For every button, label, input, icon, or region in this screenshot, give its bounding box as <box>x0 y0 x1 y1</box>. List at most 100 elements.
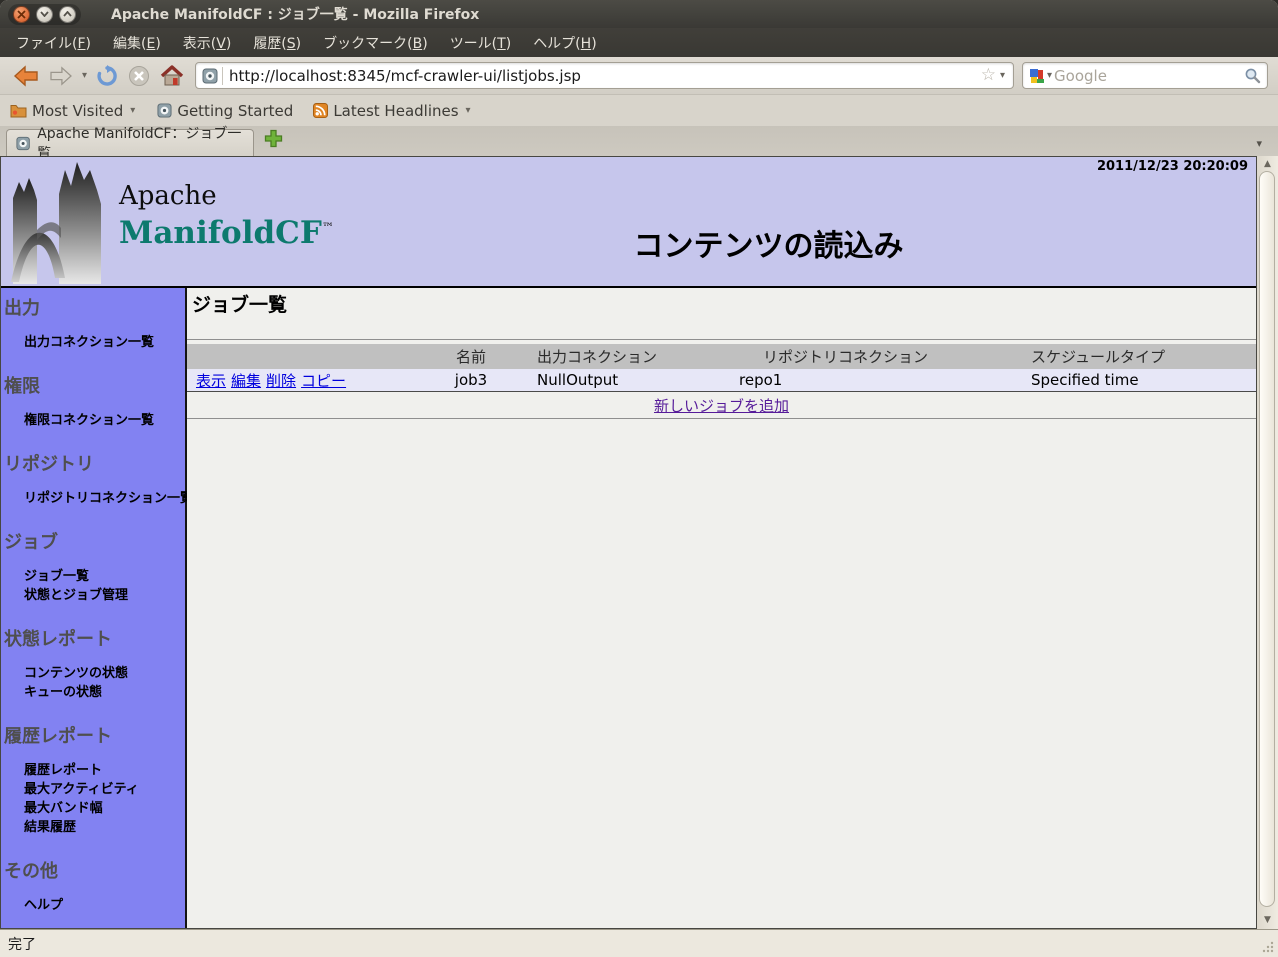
sidebar-item-job-status[interactable]: 状態とジョブ管理 <box>24 588 185 604</box>
search-magnifier-icon[interactable] <box>1244 67 1261 84</box>
menu-label-part: ツール( <box>450 36 497 52</box>
sidebar-section-title: 状態レポート <box>4 625 185 651</box>
sidebar-item-job-list[interactable]: ジョブ一覧 <box>24 569 185 585</box>
delete-job-link[interactable]: 削除 <box>266 372 296 390</box>
menu-bookmarks[interactable]: ブックマーク(B) <box>313 29 438 57</box>
sidebar-item-max-activity[interactable]: 最大アクティビティ <box>24 782 185 798</box>
menu-tools[interactable]: ツール(T) <box>440 29 522 57</box>
status-text: 完了 <box>8 934 36 954</box>
home-button[interactable] <box>157 61 187 91</box>
sidebar-section-title: 権限 <box>4 372 185 398</box>
maximize-window-icon[interactable] <box>59 6 76 23</box>
col-name-header: 名前 <box>411 346 531 367</box>
col-output-connection-header: 出力コネクション <box>531 346 727 367</box>
back-arrow-icon <box>13 65 39 87</box>
menu-accel: V <box>216 36 226 52</box>
bookmark-most-visited[interactable]: Most Visited ▾ <box>10 102 137 120</box>
vertical-scrollbar[interactable]: ▲ ▼ <box>1257 156 1278 929</box>
sidebar-item-document-status[interactable]: コンテンツの状態 <box>24 666 185 682</box>
url-input[interactable] <box>229 67 979 85</box>
home-icon <box>160 65 184 87</box>
menu-label-part: ) <box>591 36 596 52</box>
sidebar-section-repository: リポジトリ リポジトリコネクション一覧 <box>4 450 185 507</box>
jobs-table-header-row: 名前 出力コネクション リポジトリコネクション スケジュールタイプ <box>187 344 1256 369</box>
minimize-window-icon[interactable] <box>36 6 53 23</box>
sidebar-section-title: ジョブ <box>4 528 185 554</box>
menu-view[interactable]: 表示(V) <box>173 29 242 57</box>
reload-icon <box>96 65 118 87</box>
window-title: Apache ManifoldCF : ジョブ一覧 - Mozilla Fire… <box>111 4 479 24</box>
tab-manifoldcf[interactable]: Apache ManifoldCF：ジョブ一覧 <box>6 129 254 156</box>
reload-button[interactable] <box>93 61 121 91</box>
firefox-window: Apache ManifoldCF : ジョブ一覧 - Mozilla Fire… <box>0 0 1278 957</box>
window-controls <box>8 4 81 25</box>
sidebar-item-simple-history[interactable]: 履歴レポート <box>24 763 185 779</box>
forward-button[interactable] <box>46 61 76 91</box>
menu-accel: B <box>413 36 423 52</box>
menu-label-part: 編集( <box>113 36 146 52</box>
list-all-tabs-icon[interactable]: ▾ <box>1256 137 1262 150</box>
stop-button[interactable] <box>125 61 153 91</box>
copy-job-link[interactable]: コピー <box>301 372 346 390</box>
new-tab-button[interactable] <box>264 129 283 152</box>
job-name-cell: job3 <box>411 371 531 389</box>
resize-grip-icon[interactable] <box>1261 940 1275 954</box>
bookmark-star-icon[interactable]: ☆ <box>979 67 998 84</box>
bookmark-label: Most Visited <box>32 102 123 120</box>
bookmarks-toolbar: Most Visited ▾ Getting Started Latest He… <box>0 95 1278 126</box>
back-history-dropdown-icon[interactable]: ▾ <box>80 70 89 81</box>
bookmark-latest-headlines[interactable]: Latest Headlines ▾ <box>313 102 472 120</box>
menu-accel: F <box>77 36 85 52</box>
titlebar[interactable]: Apache ManifoldCF : ジョブ一覧 - Mozilla Fire… <box>0 0 1278 28</box>
menu-help[interactable]: ヘルプ(H) <box>523 29 606 57</box>
sidebar-item-queue-status[interactable]: キューの状態 <box>24 685 185 701</box>
job-repository-connection-cell: repo1 <box>727 371 1027 389</box>
menu-history[interactable]: 履歴(S) <box>243 29 311 57</box>
sidebar-item-output-connections[interactable]: 出力コネクション一覧 <box>24 335 185 351</box>
menu-file[interactable]: ファイル(F) <box>6 29 101 57</box>
scroll-up-icon[interactable]: ▲ <box>1257 159 1278 169</box>
job-actions: 表示編集削除コピー <box>187 370 411 391</box>
folder-icon <box>10 104 27 118</box>
sidebar-item-max-bandwidth[interactable]: 最大バンド幅 <box>24 801 185 817</box>
sidebar-item-help[interactable]: ヘルプ <box>24 898 185 914</box>
add-new-job-link[interactable]: 新しいジョブを追加 <box>654 395 789 416</box>
search-engine-dropdown-icon[interactable]: ▾ <box>1045 70 1054 81</box>
page-body: 出力 出力コネクション一覧 権限 権限コネクション一覧 リポジトリ リポジトリコ… <box>1 288 1256 928</box>
job-schedule-type-cell: Specified time <box>1027 371 1256 389</box>
bookmark-label: Latest Headlines <box>333 102 458 120</box>
sidebar-item-repository-connections[interactable]: リポジトリコネクション一覧 <box>24 491 185 507</box>
page-content: Apache ManifoldCF™ 2011/12/23 20:20:09 コ… <box>0 156 1257 929</box>
sidebar-item-result-history[interactable]: 結果履歴 <box>24 820 185 836</box>
bookmark-dropdown-icon: ▾ <box>464 105 473 116</box>
bookmark-getting-started[interactable]: Getting Started <box>157 102 293 120</box>
edit-job-link[interactable]: 編集 <box>231 372 261 390</box>
sidebar-section-status-reports: 状態レポート コンテンツの状態 キューの状態 <box>4 625 185 701</box>
view-job-link[interactable]: 表示 <box>196 372 226 390</box>
back-button[interactable] <box>10 61 42 91</box>
sidebar-section-title: 出力 <box>4 294 185 320</box>
add-job-row: 新しいジョブを追加 <box>187 392 1256 419</box>
url-bar[interactable]: ☆ ▾ <box>195 62 1014 89</box>
menu-label-part: ファイル( <box>16 36 77 52</box>
close-window-icon[interactable] <box>13 6 30 23</box>
menu-label-part: ) <box>422 36 427 52</box>
urlbar-dropdown-icon[interactable]: ▾ <box>998 70 1007 81</box>
page-timestamp: 2011/12/23 20:20:09 <box>1097 159 1248 174</box>
search-input[interactable] <box>1054 67 1244 85</box>
google-engine-icon <box>1029 68 1045 84</box>
tab-bar: Apache ManifoldCF：ジョブ一覧 ▾ <box>0 126 1278 156</box>
sidebar-section-title: 履歴レポート <box>4 722 185 748</box>
scrollbar-thumb[interactable] <box>1259 171 1275 907</box>
scroll-down-icon[interactable]: ▼ <box>1257 915 1278 925</box>
sidebar-item-authority-connections[interactable]: 権限コネクション一覧 <box>24 413 185 429</box>
menu-accel: S <box>287 36 296 52</box>
search-box[interactable]: ▾ <box>1022 62 1268 89</box>
menu-label-part: ) <box>296 36 301 52</box>
manifoldcf-bridge-logo <box>7 160 113 284</box>
tab-favicon <box>16 136 30 151</box>
navigation-toolbar: ▾ ☆ <box>0 57 1278 95</box>
menu-accel: E <box>146 36 155 52</box>
menu-edit[interactable]: 編集(E) <box>103 29 171 57</box>
menu-label-part: ブックマーク( <box>323 36 412 52</box>
